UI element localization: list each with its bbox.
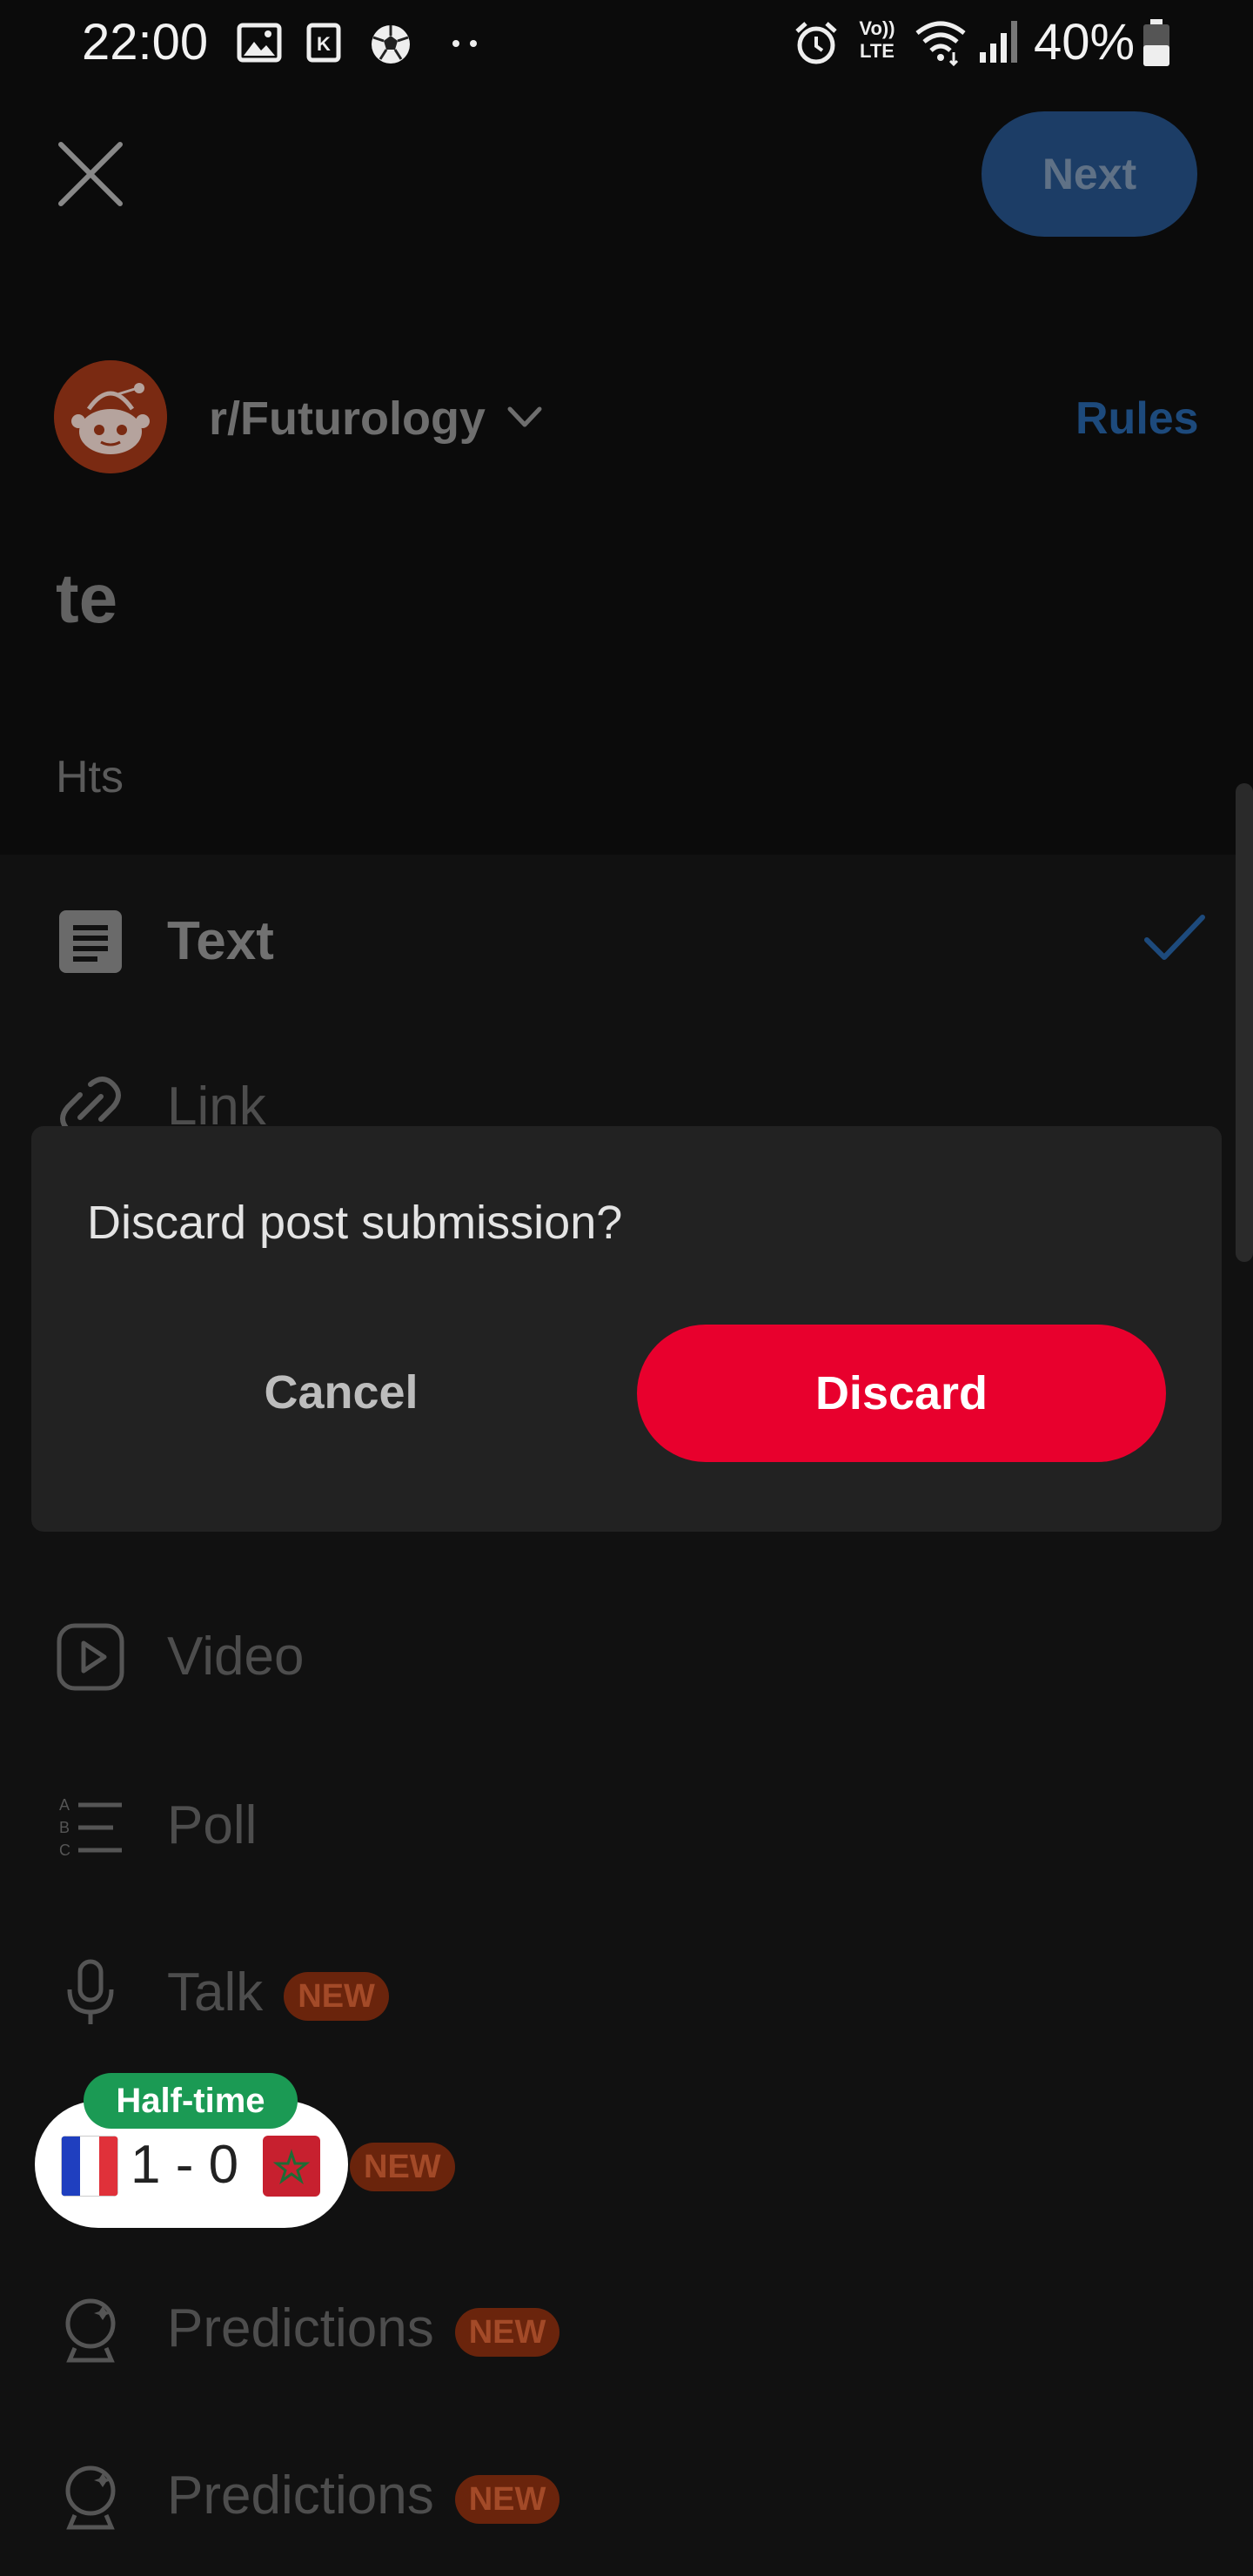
k-app-icon: K [306, 23, 341, 63]
post-type-label: Poll [167, 1795, 258, 1855]
match-status-badge: Half-time [84, 2073, 298, 2129]
volte-bottom-label: LTE [860, 40, 895, 62]
poll-icon: A B C [59, 1796, 122, 1859]
soccer-ball-icon [372, 25, 410, 64]
post-type-video[interactable]: Video [0, 1579, 1253, 1735]
score: 1 - 0 [131, 2135, 239, 2195]
new-badge: NEW [454, 2307, 560, 2357]
signal-icon [980, 21, 1017, 63]
check-icon [1144, 915, 1205, 960]
post-type-name: Predictions [167, 2465, 434, 2526]
post-type-name: Predictions [167, 2298, 434, 2358]
post-type-talk[interactable]: Talk NEW [0, 1915, 1253, 2071]
cancel-button[interactable]: Cancel [132, 1325, 550, 1460]
dialog-message: Discard post submission? [87, 1197, 623, 1249]
crystal-ball-icon [65, 2465, 116, 2530]
scrollbar[interactable] [1236, 783, 1253, 1262]
post-type-label: Text [167, 911, 274, 971]
battery-icon [1143, 19, 1169, 66]
new-badge: NEW [454, 2474, 560, 2524]
morocco-flag [263, 2136, 320, 2197]
chevron-down-icon[interactable] [505, 402, 545, 433]
france-flag [61, 2136, 118, 2197]
crystal-ball-icon [65, 2298, 116, 2363]
next-button[interactable]: Next [982, 111, 1197, 237]
volte-icon: Vo)) LTE [851, 17, 903, 63]
post-type-label: Video [167, 1627, 305, 1687]
svg-text:K: K [317, 33, 331, 55]
discard-button[interactable]: Discard [637, 1325, 1166, 1462]
post-type-label: Talk NEW [167, 1960, 389, 2026]
post-title-input[interactable]: te [56, 557, 117, 641]
play-icon [57, 1623, 124, 1691]
alarm-icon [795, 22, 837, 64]
post-type-text[interactable]: Text [0, 863, 1253, 1020]
text-doc-icon [59, 910, 122, 973]
rules-link[interactable]: Rules [1075, 390, 1199, 447]
community-avatar[interactable] [54, 360, 167, 473]
mic-icon [67, 1959, 114, 2024]
post-body-input[interactable]: Hts [56, 748, 124, 806]
post-type-label: Predictions NEW [167, 2463, 560, 2529]
new-badge: NEW [284, 1971, 389, 2021]
volte-top-label: Vo)) [859, 17, 895, 39]
post-type-predictions[interactable]: Predictions NEW [0, 2251, 1253, 2407]
wifi-icon [915, 21, 966, 66]
discard-dialog: Discard post submission? Cancel Discard [31, 1126, 1222, 1532]
image-icon [237, 23, 282, 63]
status-bar: 22:00 K Vo)) LTE 40% [0, 0, 1253, 87]
svg-text:A: A [59, 1796, 70, 1814]
new-badge: NEW [350, 2142, 455, 2191]
post-type-poll[interactable]: A B C Poll [0, 1748, 1253, 1904]
status-time: 22:00 [82, 14, 209, 70]
post-type-name: Talk [167, 1962, 264, 2023]
post-type-predictions[interactable]: Predictions NEW [0, 2418, 1253, 2574]
svg-text:B: B [59, 1819, 70, 1836]
svg-text:C: C [59, 1841, 70, 1859]
more-dots-icon [452, 40, 477, 47]
community-selector[interactable]: r/Futurology [209, 390, 486, 447]
battery-percent: 40% [1034, 14, 1136, 70]
close-icon [58, 142, 123, 206]
snoo-avatar [54, 360, 167, 473]
post-type-label: Predictions NEW [167, 2296, 560, 2362]
close-button[interactable] [47, 131, 134, 218]
